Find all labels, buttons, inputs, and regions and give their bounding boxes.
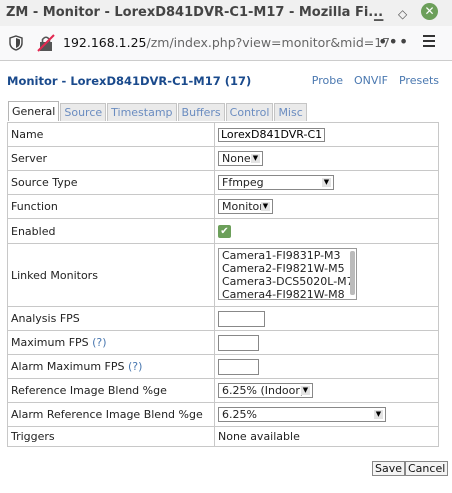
chevron-down-icon: ▼ <box>374 410 383 419</box>
max-fps-help-link[interactable]: (?) <box>92 336 106 349</box>
cancel-button[interactable]: Cancel <box>405 461 449 476</box>
source-type-select[interactable]: Ffmpeg ▼ <box>218 175 334 190</box>
server-select[interactable]: None ▼ <box>218 151 263 166</box>
function-value: Monitor <box>222 200 264 213</box>
save-button-label: Save <box>375 462 403 475</box>
chevron-down-icon: ▼ <box>261 202 270 211</box>
chevron-down-icon: ▼ <box>251 154 260 163</box>
function-select[interactable]: Monitor ▼ <box>218 199 273 214</box>
tab-misc[interactable]: Misc <box>274 103 307 121</box>
max-fps-label-cell: Maximum FPS (?) <box>7 330 215 355</box>
close-window-icon[interactable]: ✕ <box>421 3 438 20</box>
triggers-label: Triggers <box>7 426 215 447</box>
chevron-down-icon: ▼ <box>301 386 310 395</box>
source-type-label: Source Type <box>7 170 215 195</box>
alarm-max-fps-label-cell: Alarm Maximum FPS (?) <box>7 354 215 379</box>
function-label: Function <box>7 194 215 219</box>
url-bar: 192.168.1.25/zm/index.php?view=monitor&m… <box>0 26 452 61</box>
hamburger-menu-icon[interactable] <box>423 35 435 50</box>
tab-timestamp[interactable]: Timestamp <box>107 103 177 121</box>
analysis-fps-label: Analysis FPS <box>7 306 215 331</box>
insecure-lock-icon[interactable] <box>37 34 55 52</box>
server-label: Server <box>7 146 215 171</box>
ref-blend-value: 6.25% (Indoor) <box>222 384 305 397</box>
url-host: 192.168.1.25 <box>63 35 147 50</box>
minimize-icon[interactable]: ▁ <box>374 7 383 21</box>
row-ref-blend: Reference Image Blend %ge 6.25% (Indoor)… <box>7 378 439 403</box>
row-alarm-ref-blend: Alarm Reference Image Blend %ge 6.25% ▼ <box>7 402 439 427</box>
window-titlebar: ZM - Monitor - LorexD841DVR-C1-M17 - Moz… <box>0 0 452 27</box>
monitor-form: Name Server None▼ Source Type Ffmpeg▼ Fu… <box>7 122 439 447</box>
row-server: Server None ▼ <box>7 146 439 171</box>
triggers-value: None available <box>214 426 439 447</box>
analysis-fps-input[interactable] <box>218 310 265 327</box>
ref-blend-select[interactable]: 6.25% (Indoor) ▼ <box>218 383 313 398</box>
presets-link[interactable]: Presets <box>399 74 439 87</box>
name-input[interactable] <box>218 127 325 142</box>
list-item[interactable]: Camera3-DCS5020L-M7 <box>219 275 356 288</box>
save-button[interactable]: Save <box>372 461 406 476</box>
shield-icon[interactable] <box>9 35 23 51</box>
list-item[interactable]: Camera1-FI9831P-M3 <box>219 249 356 262</box>
row-linked-monitors: Linked Monitors Camera1-FI9831P-M3 Camer… <box>7 243 439 307</box>
probe-link[interactable]: Probe <box>312 74 343 87</box>
linked-monitors-list[interactable]: Camera1-FI9831P-M3 Camera2-FI9821W-M5 Ca… <box>218 247 357 300</box>
list-item[interactable]: Camera4-FI9821W-M8 <box>219 288 356 299</box>
row-max-fps: Maximum FPS (?) <box>7 330 439 355</box>
row-alarm-max-fps: Alarm Maximum FPS (?) <box>7 354 439 379</box>
alarm-ref-blend-label: Alarm Reference Image Blend %ge <box>7 402 215 427</box>
row-triggers: Triggers None available <box>7 426 439 447</box>
tab-source[interactable]: Source <box>60 103 107 121</box>
chevron-down-icon: ▼ <box>322 178 331 187</box>
page-actions-icon[interactable]: ••• <box>378 32 409 51</box>
ref-blend-label: Reference Image Blend %ge <box>7 378 215 403</box>
row-source-type: Source Type Ffmpeg ▼ <box>7 170 439 195</box>
tab-general[interactable]: General <box>8 101 60 121</box>
max-fps-input[interactable] <box>218 334 259 351</box>
window-title: ZM - Monitor - LorexD841DVR-C1-M17 - Moz… <box>6 5 384 20</box>
alarm-ref-blend-value: 6.25% <box>222 408 257 421</box>
tab-control[interactable]: Control <box>225 103 274 121</box>
alarm-max-fps-input[interactable] <box>218 358 259 375</box>
onvif-link[interactable]: ONVIF <box>354 74 388 87</box>
name-label: Name <box>7 122 215 147</box>
list-item[interactable]: Camera2-FI9821W-M5 <box>219 262 356 275</box>
max-fps-label: Maximum FPS <box>11 336 89 349</box>
header-links: Probe ONVIF Presets <box>301 74 439 87</box>
linked-monitors-label: Linked Monitors <box>7 243 215 307</box>
enabled-checkbox[interactable]: ✔ <box>218 225 231 238</box>
source-type-value: Ffmpeg <box>222 176 264 189</box>
server-value: None <box>222 152 251 165</box>
cancel-button-label: Cancel <box>408 462 446 475</box>
alarm-ref-blend-select[interactable]: 6.25% ▼ <box>218 407 386 422</box>
listbox-scrollbar[interactable] <box>350 250 355 295</box>
maximize-icon[interactable]: ◇ <box>398 7 407 21</box>
page-header: Monitor - LorexD841DVR-C1-M17 (17) Probe… <box>7 74 439 88</box>
address-field[interactable]: 192.168.1.25/zm/index.php?view=monitor&m… <box>63 35 390 50</box>
row-analysis-fps: Analysis FPS <box>7 306 439 331</box>
row-enabled: Enabled ✔ <box>7 218 439 244</box>
row-name: Name <box>7 122 439 147</box>
tab-buffers[interactable]: Buffers <box>177 103 225 121</box>
enabled-label: Enabled <box>7 218 215 244</box>
url-path: /zm/index.php?view=monitor&mid=17 <box>146 35 391 50</box>
row-function: Function Monitor ▼ <box>7 194 439 219</box>
alarm-max-fps-label: Alarm Maximum FPS <box>11 360 125 373</box>
alarm-max-fps-help-link[interactable]: (?) <box>128 360 142 373</box>
tab-bar: General Source Timestamp Buffers Control Misc <box>8 101 308 121</box>
